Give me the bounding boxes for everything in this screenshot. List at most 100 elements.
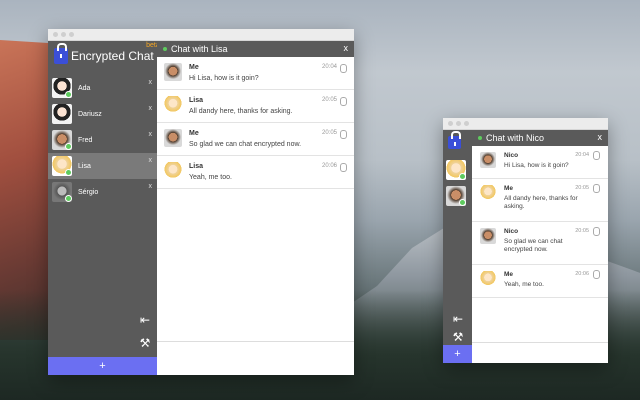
contact-name: Fred [78,136,93,144]
message-sender: Lisa [189,163,204,170]
add-contact-button[interactable]: + [48,357,157,375]
chat-header: Chat with Nico x [472,130,608,146]
fingerprint-icon [340,97,347,106]
message-text: Yeah, me too. [189,174,232,181]
remove-contact-button[interactable]: x [149,157,153,164]
fingerprint-icon [340,130,347,139]
contact-name: Dariusz [78,110,102,118]
close-window-dot[interactable] [448,121,453,126]
message-item: Nico 20:04 Hi Lisa, how is it goin? [472,146,608,179]
remove-contact-button[interactable]: x [149,131,153,138]
message-time: 20:06 [321,163,337,169]
message-time: 20:05 [575,185,589,191]
avatar [52,78,72,98]
message-item: Lisa 20:05 All dandy here, thanks for as… [157,90,354,123]
avatar [164,129,182,147]
contact-item-ada[interactable]: Ada x [48,75,157,101]
avatar [52,104,72,124]
message-sender: Me [189,64,199,71]
fingerprint-icon [593,151,600,160]
message-item: Me 20:05 All dandy here, thanks for aski… [472,179,608,222]
window-titlebar[interactable] [443,118,608,130]
message-time: 20:06 [575,271,589,277]
contact-item-dariusz[interactable]: Dariusz x [48,101,157,127]
close-chat-button[interactable]: x [344,43,349,53]
window-titlebar[interactable] [48,29,354,41]
contact-name: Ada [78,84,91,92]
remove-contact-button[interactable]: x [149,183,153,190]
contact-name: Sérgio [78,188,99,196]
lock-icon [448,131,461,149]
avatar [480,228,496,244]
app-title: Encrypted Chat [71,49,154,63]
avatar [52,182,72,202]
chat-header: Chat with Lisa x [157,41,354,57]
message-item: Me 20:05 So glad we can chat encrypted n… [157,123,354,156]
remove-contact-button[interactable]: x [149,79,153,86]
online-indicator [65,143,72,150]
wrench-icon[interactable]: ⚒ [451,330,465,344]
main-chat-window: Encrypted Chat beta Ada x Dariusz x Fred… [48,29,354,375]
contact-avatar-lisa[interactable] [446,160,466,180]
contact-avatar-nico[interactable] [446,186,466,206]
lock-icon [54,43,68,64]
online-indicator [459,173,466,180]
close-chat-button[interactable]: x [598,132,603,142]
contact-item-fred[interactable]: Fred x [48,127,157,153]
message-sender: Lisa [189,97,204,104]
message-input[interactable] [157,341,354,375]
chat-panel: Chat with Lisa x Me 20:04 Hi Lisa, how i… [157,41,354,375]
zoom-window-dot[interactable] [69,32,74,37]
message-sender: Nico [504,228,519,235]
message-sender: Me [504,185,514,192]
remove-contact-button[interactable]: x [149,105,153,112]
minimize-window-dot[interactable] [456,121,461,126]
brand [448,131,464,149]
message-text: So glad we can chat encrypted now. [189,141,302,148]
avatar [480,271,496,287]
fingerprint-icon [593,270,600,279]
message-item: Nico 20:05 So glad we can chat encrypted… [472,222,608,265]
fingerprint-icon [340,163,347,172]
zoom-window-dot[interactable] [464,121,469,126]
chat-title: Chat with Nico [486,133,545,143]
add-contact-button[interactable]: + [443,345,472,363]
contact-list: Ada x Dariusz x Fred x Lisa x Sérgio x [48,75,157,205]
brand: Encrypted Chat beta [54,42,160,67]
contact-item-lisa[interactable]: Lisa x [48,153,157,179]
online-indicator [65,195,72,202]
contact-list [446,160,466,206]
message-time: 20:05 [575,228,589,234]
message-input[interactable] [472,342,608,363]
message-sender: Me [504,271,514,278]
message-item: Me 20:06 Yeah, me too. [472,265,608,298]
minimize-window-dot[interactable] [61,32,66,37]
contact-name: Lisa [78,162,91,170]
avatar [164,162,182,180]
logout-icon[interactable]: ⇤ [138,313,152,327]
sidebar: Encrypted Chat beta Ada x Dariusz x Fred… [48,41,160,375]
logout-icon[interactable]: ⇤ [451,312,465,326]
fingerprint-icon [593,227,600,236]
contact-item-sergio[interactable]: Sérgio x [48,179,157,205]
sidebar: ⇤ ⚒ + [443,130,472,363]
avatar [480,185,496,201]
chat-title: Chat with Lisa [171,44,228,54]
online-indicator [459,199,466,206]
avatar [52,156,72,176]
online-indicator [163,47,167,51]
message-text: Hi Lisa, how is it goin? [504,162,569,169]
message-time: 20:04 [321,64,337,70]
avatar [164,63,182,81]
avatar [164,96,182,114]
online-indicator [478,136,482,140]
message-text: Yeah, me too. [504,281,544,288]
message-item: Me 20:04 Hi Lisa, how is it goin? [157,57,354,90]
message-text: All dandy here, thanks for asking. [504,195,578,211]
wrench-icon[interactable]: ⚒ [138,336,152,350]
message-text: So glad we can chat encrypted now. [504,238,563,254]
second-chat-window: ⇤ ⚒ + Chat with Nico x Nico 20:04 Hi Lis… [443,118,608,363]
message-time: 20:05 [321,97,337,103]
close-window-dot[interactable] [53,32,58,37]
fingerprint-icon [340,64,347,73]
